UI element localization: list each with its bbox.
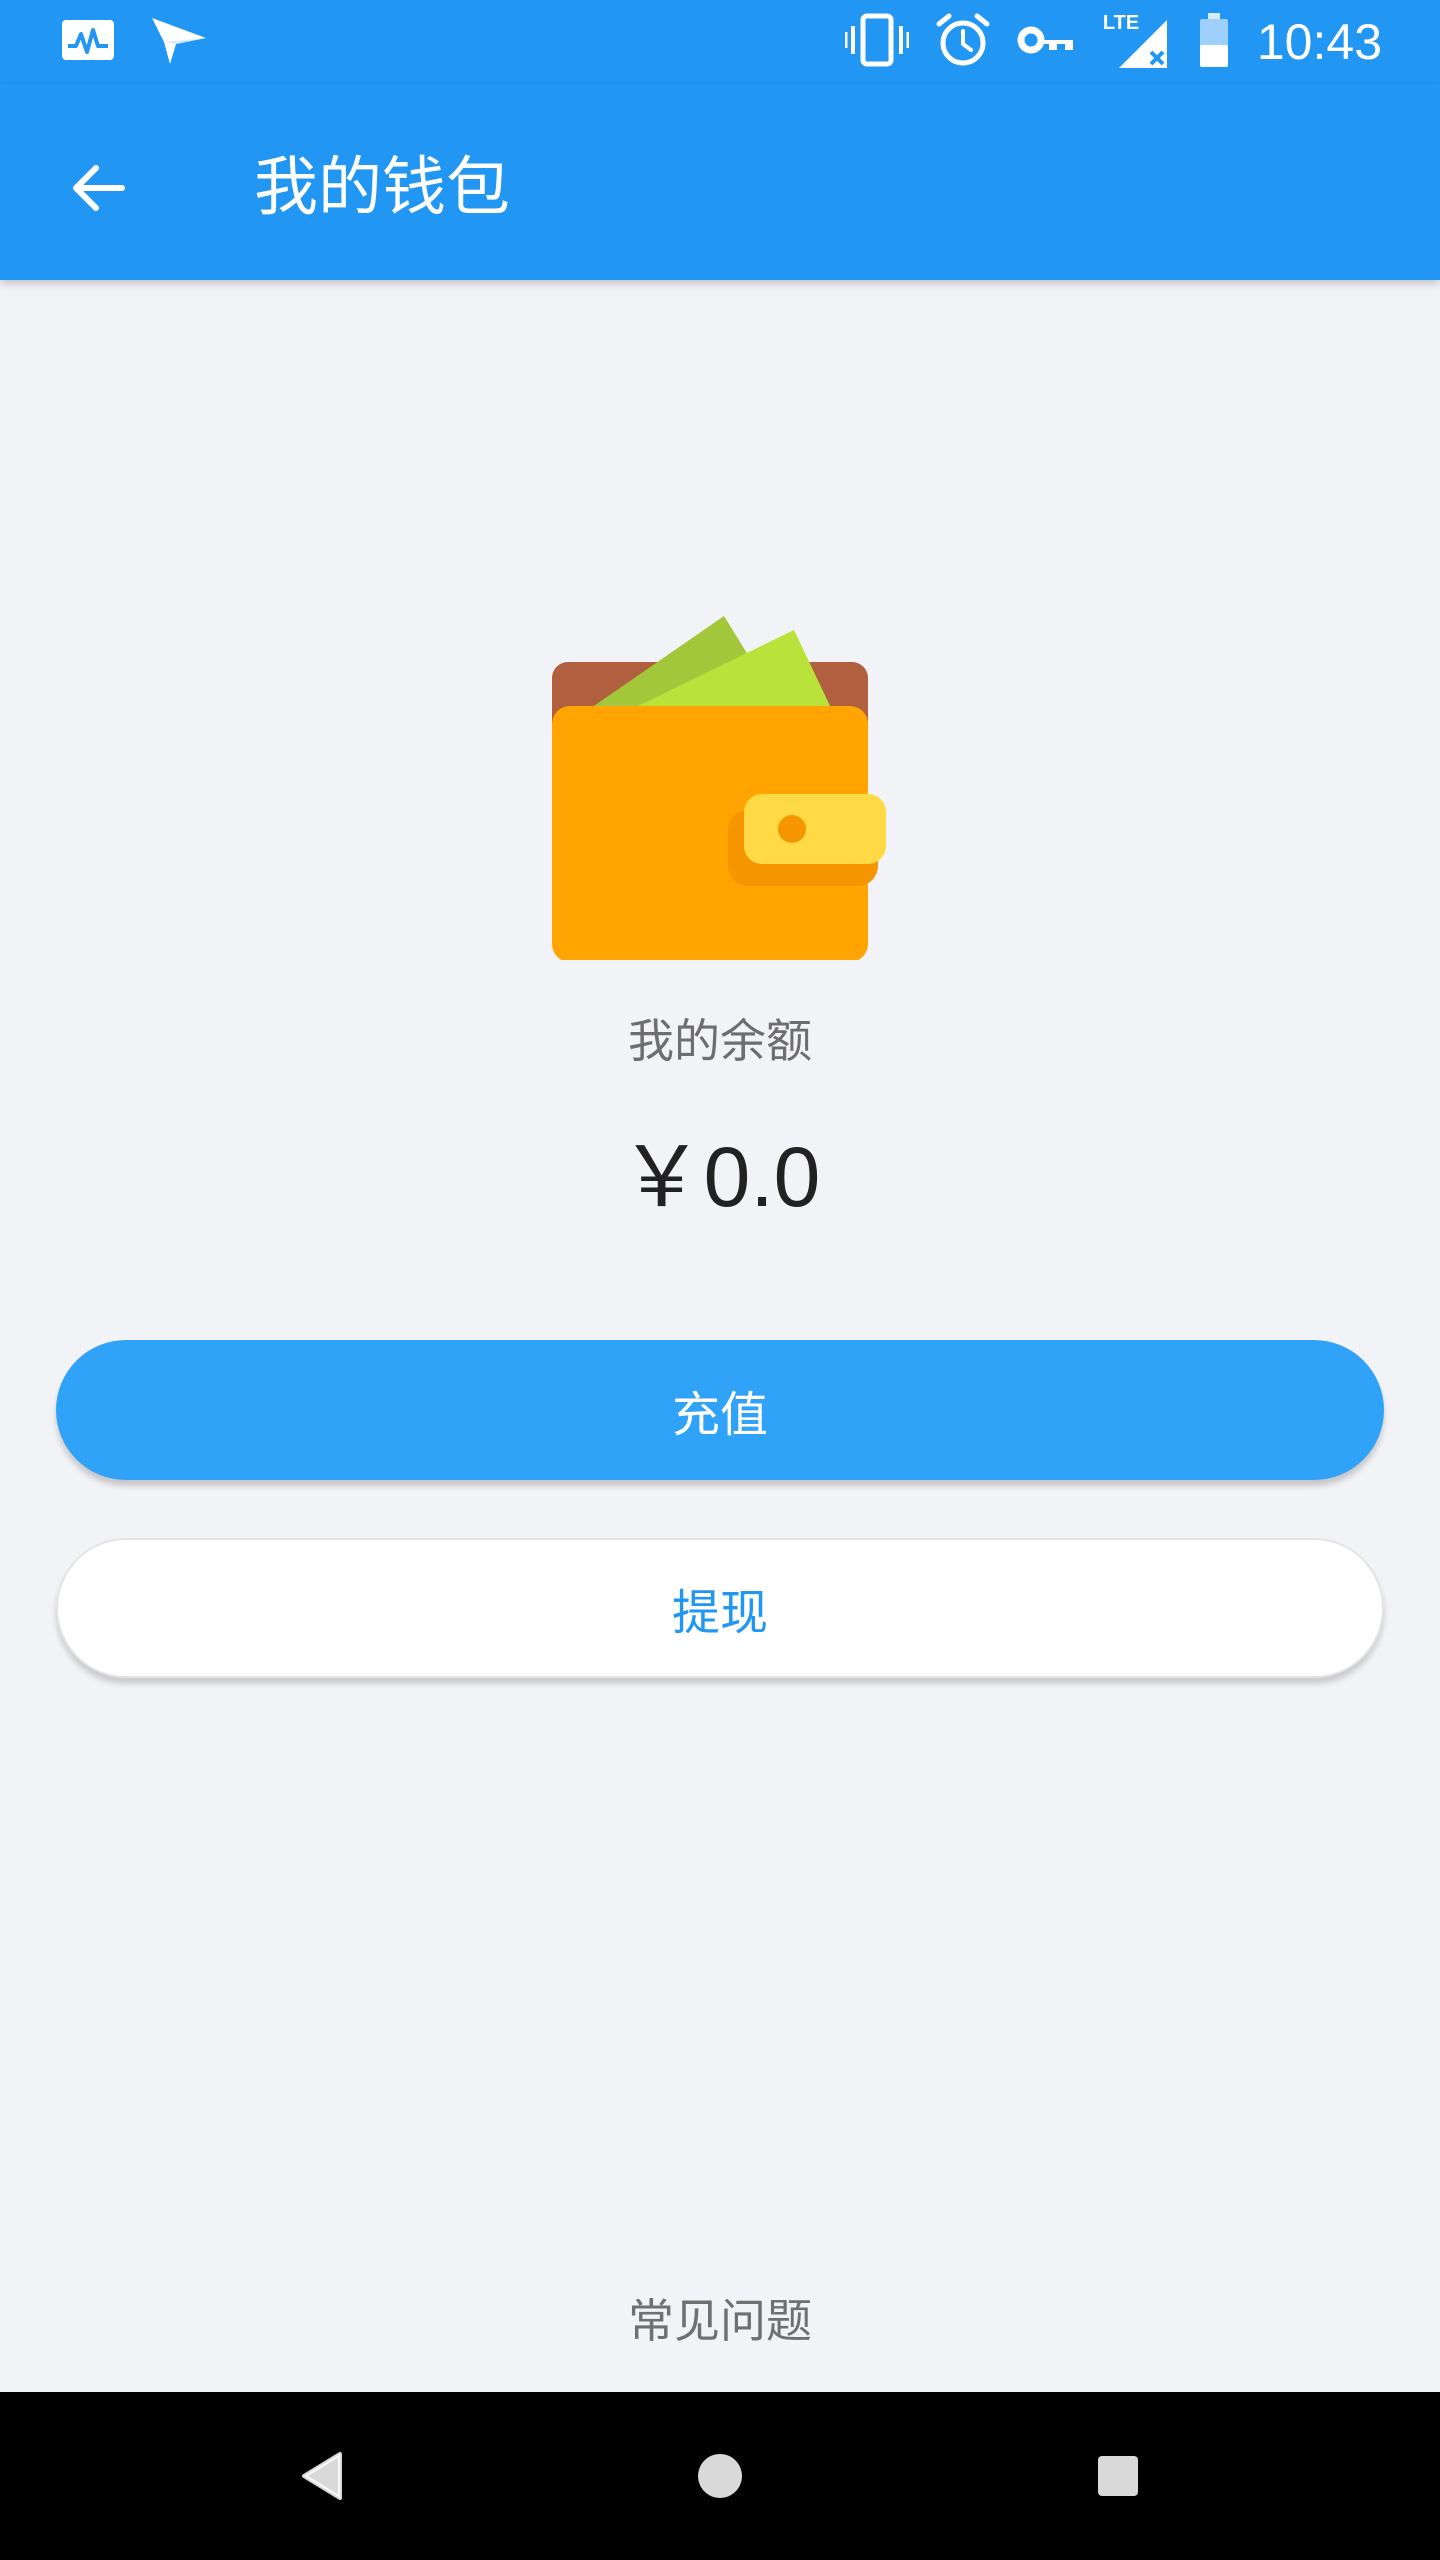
battery-icon (1197, 11, 1231, 73)
signal-icon: LTE (1103, 10, 1171, 74)
recharge-button[interactable]: 充值 (56, 1340, 1384, 1480)
balance-value: ￥0.0 (619, 1130, 821, 1224)
nav-home-button[interactable] (680, 2436, 760, 2516)
faq-link[interactable]: 常见问题 (0, 2285, 1440, 2351)
vibrate-icon (844, 12, 910, 72)
alarm-icon (935, 12, 991, 72)
wallet-icon (550, 610, 890, 962)
app-bar: 我的钱包 (0, 84, 1440, 280)
balance-label: 我的余额 (628, 1014, 812, 1068)
back-button[interactable] (50, 140, 146, 236)
send-icon (150, 14, 208, 70)
nav-recent-button[interactable] (1078, 2436, 1158, 2516)
withdraw-button[interactable]: 提现 (56, 1538, 1384, 1678)
vpn-key-icon (1017, 20, 1077, 64)
nav-back-button[interactable] (282, 2436, 362, 2516)
status-right-icons: LTE 10:43 (844, 10, 1382, 74)
nav-back-icon (302, 2452, 342, 2500)
withdraw-button-label: 提现 (671, 1585, 768, 1641)
status-time: 10:43 (1256, 14, 1382, 70)
nav-recent-icon (1098, 2456, 1138, 2496)
recharge-button-label: 充值 (671, 1387, 768, 1443)
page-title: 我的钱包 (254, 151, 510, 225)
navigation-bar (0, 2392, 1440, 2560)
arrow-back-icon (73, 165, 125, 211)
activity-monitor-icon (60, 16, 116, 68)
status-bar: LTE 10:43 (0, 0, 1440, 84)
status-left-icons (60, 14, 208, 70)
nav-home-icon (698, 2454, 742, 2498)
